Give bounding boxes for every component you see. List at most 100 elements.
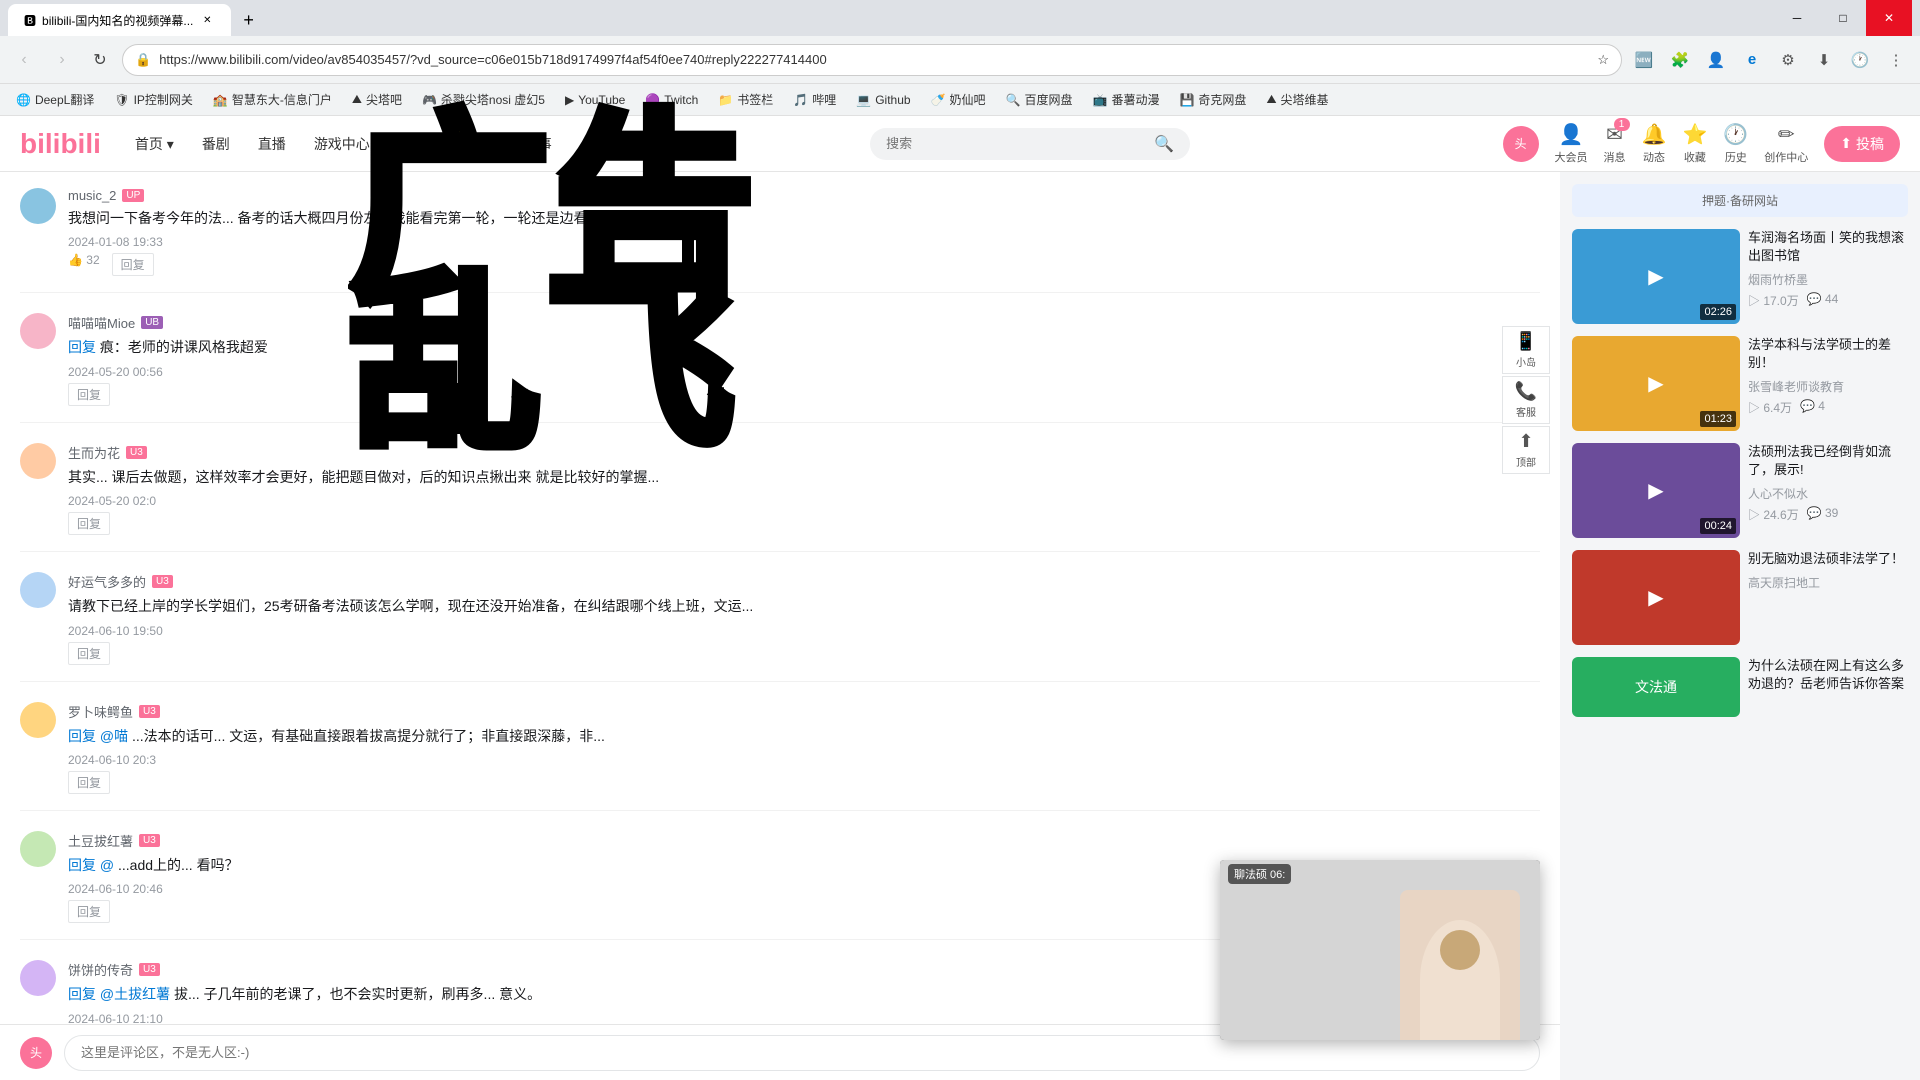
reply-link[interactable]: 回复 @喵 xyxy=(68,728,128,744)
username[interactable]: 好运气多多的 xyxy=(68,572,146,591)
nav-bangumi[interactable]: 番剧 xyxy=(196,130,236,158)
reload-btn[interactable]: ↻ xyxy=(84,44,116,76)
history-btn[interactable]: 🕐 历史 xyxy=(1723,122,1748,165)
nav-manga[interactable]: 漫画 xyxy=(462,130,502,158)
search-icon[interactable]: 🔍 xyxy=(1154,134,1174,154)
lock-icon: 🔒 xyxy=(135,52,151,68)
avatar xyxy=(20,443,56,479)
edge-icon[interactable]: e xyxy=(1736,44,1768,76)
bookmark-school-label: 智慧东大-信息门户 xyxy=(232,91,332,108)
reply-btn[interactable]: 回复 xyxy=(68,771,110,794)
close-btn[interactable]: ✕ xyxy=(1866,0,1912,36)
collect-btn[interactable]: ⭐ 收藏 xyxy=(1682,122,1707,165)
bookmark-youtube[interactable]: ▶ YouTube xyxy=(557,91,633,109)
search-input[interactable] xyxy=(886,136,1146,151)
reply-link[interactable]: 回复 xyxy=(68,339,96,355)
bookmark-bili[interactable]: 🎵 哔哩 xyxy=(785,89,844,110)
new-tab-icon[interactable]: 🆕 xyxy=(1628,44,1660,76)
tab-bar: 🅱 bilibili-国内知名的视频弹幕... ✕ + xyxy=(8,0,1770,36)
message-btn[interactable]: ✉ 1 消息 xyxy=(1604,122,1626,165)
vip-btn[interactable]: 👤 大会员 xyxy=(1555,122,1588,165)
like-count[interactable]: 👍 32 xyxy=(68,253,100,276)
avatar xyxy=(20,188,56,224)
dynamic-btn[interactable]: 🔔 动态 xyxy=(1642,122,1667,165)
back-to-top-btn[interactable]: ⬆ 顶部 xyxy=(1502,426,1550,474)
bookmark-wiki[interactable]: ⛰ 尖塔维基 xyxy=(1258,89,1336,110)
reply-link[interactable]: 回复 @ xyxy=(68,857,114,873)
bookmark-deepl-label: DeepL翻译 xyxy=(35,91,94,108)
bookmark-fanshu[interactable]: 📺 番薯动漫 xyxy=(1085,89,1168,110)
nav-game[interactable]: 游戏中心 xyxy=(308,130,376,158)
username[interactable]: 喵喵喵Mioe xyxy=(68,313,135,332)
bookmark-spire[interactable]: ⛰ 尖塔吧 xyxy=(344,89,410,110)
username[interactable]: 生而为花 xyxy=(68,443,120,462)
back-btn[interactable]: ‹ xyxy=(8,44,40,76)
comment-body: 生而为花 U3 其实... 课后去做题，这样效率才会更好，能把题目做对，后的知识… xyxy=(68,443,1540,535)
comment-text: 请教下已经上岸的学长学姐们，25考研备考法硕该怎么学啊，现在还没开始准备，在纠结… xyxy=(68,595,1540,617)
forward-btn[interactable]: › xyxy=(46,44,78,76)
download-icon[interactable]: ⬇ xyxy=(1808,44,1840,76)
extensions-icon[interactable]: 🧩 xyxy=(1664,44,1696,76)
username[interactable]: 罗卜味鳄鱼 xyxy=(68,702,133,721)
bookmark-youtube-label: YouTube xyxy=(578,93,625,107)
customer-service-btn[interactable]: 📞 客服 xyxy=(1502,376,1550,424)
star-icon[interactable]: ☆ xyxy=(1597,52,1609,68)
active-tab[interactable]: 🅱 bilibili-国内知名的视频弹幕... ✕ xyxy=(8,4,231,36)
submit-btn[interactable]: ⬆ 投稿 xyxy=(1824,126,1900,162)
comment-body: music_2 UP 我想问一下备考今年的法... 备考的话大概四月份左右我能看… xyxy=(68,188,1540,276)
settings-icon[interactable]: ⚙ xyxy=(1772,44,1804,76)
search-box[interactable]: 🔍 xyxy=(870,128,1190,160)
bookmark-ip[interactable]: 🛡 IP控制网关 xyxy=(106,89,201,110)
maximize-btn[interactable]: □ xyxy=(1820,0,1866,36)
island-btn[interactable]: 📱 小岛 xyxy=(1502,326,1550,374)
new-tab[interactable]: + xyxy=(231,4,271,36)
nav-live[interactable]: 直播 xyxy=(252,130,292,158)
username[interactable]: music_2 xyxy=(68,188,116,203)
video-author: 人心不似水 xyxy=(1748,485,1908,502)
avatar xyxy=(20,702,56,738)
fanshu-icon: 📺 xyxy=(1093,93,1108,107)
video-title: 别无脑劝退法硕非法学了！ xyxy=(1748,550,1908,568)
bookmark-milk[interactable]: 🍼 奶仙吧 xyxy=(923,89,994,110)
username[interactable]: 土豆拔红薯 xyxy=(68,831,133,850)
creator-btn[interactable]: ✏ 创作中心 xyxy=(1764,122,1808,165)
video-card[interactable]: ▶ 02:26 车润海名场面丨笑的我想滚出图书馆 烟雨竹桥墨 ▷ 17.0万 💬… xyxy=(1572,229,1908,324)
bookmark-school[interactable]: 🏫 智慧东大-信息门户 xyxy=(205,89,340,110)
video-card[interactable]: ▶ 别无脑劝退法硕非法学了！ 高天原扫地工 xyxy=(1572,550,1908,645)
toolbar-icons: 🆕 🧩 👤 e ⚙ ⬇ 🕐 ⋮ xyxy=(1628,44,1912,76)
bookmark-deepl[interactable]: 🌐 DeepL翻译 xyxy=(8,89,102,110)
minimize-btn[interactable]: ─ xyxy=(1774,0,1820,36)
more-icon[interactable]: ⋮ xyxy=(1880,44,1912,76)
bookmark-baidu[interactable]: 🔍 百度网盘 xyxy=(998,89,1081,110)
nav-home[interactable]: 首页 ▾ xyxy=(129,130,180,158)
tab-favicon: 🅱 xyxy=(24,12,36,29)
video-card[interactable]: ▶ 01:23 法学本科与法学硕士的差别！ 张雪峰老师谈教育 ▷ 6.4万 💬 … xyxy=(1572,336,1908,431)
bookmark-game[interactable]: 🎮 杀戮尖塔nosi 虚幻5 xyxy=(414,89,553,110)
video-card[interactable]: ▶ 00:24 法硕刑法我已经倒背如流了，展示! 人心不似水 ▷ 24.6万 💬… xyxy=(1572,443,1908,538)
username[interactable]: 饼饼的传奇 xyxy=(68,960,133,979)
reply-link[interactable]: 回复 @土拔红薯 xyxy=(68,986,170,1002)
reply-btn[interactable]: 回复 xyxy=(68,383,110,406)
bookmark-qike[interactable]: 💾 奇克网盘 xyxy=(1171,89,1254,110)
bilibili-logo[interactable]: bilibili xyxy=(20,128,101,160)
reply-btn[interactable]: 回复 xyxy=(68,512,110,535)
profile-icon[interactable]: 👤 xyxy=(1700,44,1732,76)
reply-btn[interactable]: 回复 xyxy=(112,253,154,276)
floating-video[interactable]: 聊法硕 06: xyxy=(1220,860,1540,1040)
reply-btn[interactable]: 回复 xyxy=(68,900,110,923)
tab-close-btn[interactable]: ✕ xyxy=(199,12,215,28)
address-bar[interactable]: 🔒 https://www.bilibili.com/video/av85403… xyxy=(122,44,1622,76)
history-icon[interactable]: 🕐 xyxy=(1844,44,1876,76)
user-avatar[interactable]: 头 xyxy=(1503,126,1539,162)
video-card[interactable]: 文法通 为什么法硕在网上有这么多劝退的？岳老师告诉你答案 xyxy=(1572,657,1908,717)
nav-esports[interactable]: 赛事 xyxy=(518,130,558,158)
bookmark-folder[interactable]: 📁 书签栏 xyxy=(710,89,781,110)
service-icon: 📞 xyxy=(1515,381,1537,402)
bookmark-github[interactable]: 💻 Github xyxy=(848,91,918,109)
video-stats: ▷ 6.4万 💬 4 xyxy=(1748,399,1908,416)
bookmark-twitch[interactable]: 🟣 Twitch xyxy=(637,91,706,109)
nav-shop[interactable]: 会员购 xyxy=(392,130,446,158)
reply-btn[interactable]: 回复 xyxy=(68,642,110,665)
comment-user: 生而为花 U3 xyxy=(68,443,1540,462)
dynamic-label: 动态 xyxy=(1643,149,1665,165)
